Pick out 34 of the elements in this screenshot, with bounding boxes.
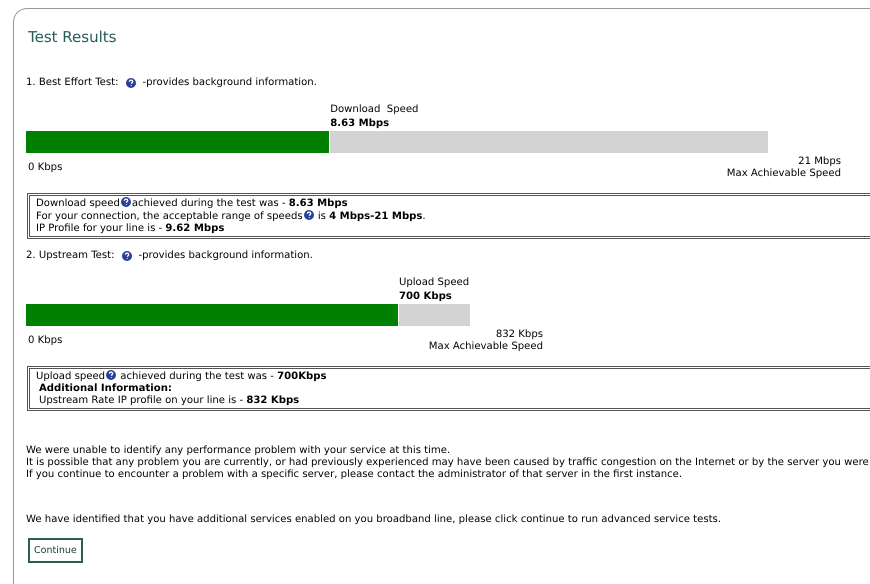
info-text: achieved during the test was - 8.63 Mbps [132, 198, 348, 209]
message-text: If you continue to encounter a problem with a specific server, please contact the administrator of that server in the first instance. [26, 469, 684, 481]
min-speed: 0 Kbps [28, 162, 62, 174]
info-text: Additional Information: [39, 383, 172, 394]
help-icon[interactable] [106, 370, 116, 380]
message-text: It is possible that any problem you are currently, or had previously experienced may have been caused by traffic congestion on the Internet or by the server you were [26, 457, 870, 469]
info-text: Upload speed [36, 371, 106, 382]
page-title: Test Results [28, 28, 118, 48]
help-icon[interactable] [126, 78, 136, 88]
speed-reading: 8.63 Mbps [330, 117, 390, 131]
notice-text: We have identified that you have additional services enabled on you broadband line, please click continue to run advanced service tests. [26, 514, 722, 525]
min-speed: 0 Kbps [28, 335, 62, 347]
info-text: is 4 Mbps-21 Mbps. [316, 211, 426, 222]
info-text: For your connection, the acceptable range of speeds [36, 211, 303, 222]
info-text: Upstream Rate IP profile on your line is - 832 Kbps [39, 395, 300, 406]
max-caption: Max Achievable Speed [726, 168, 841, 180]
help-icon[interactable] [122, 250, 132, 260]
message-text: We were unable to identify any performance problem with your service at this time. [26, 445, 452, 457]
max-speed: 832 Kbps [494, 329, 543, 341]
continue-button[interactable]: Continue [28, 538, 83, 563]
help-note: -provides background information. [142, 77, 317, 88]
speed-reading: 700 Kbps [398, 290, 453, 304]
meter-label: Download Speed [330, 103, 420, 117]
test-heading: 2. Upstream Test: [26, 250, 114, 261]
help-icon[interactable] [120, 197, 131, 207]
info-text: Download speed [36, 198, 120, 209]
meter-label: Upload Speed [398, 276, 470, 290]
test-heading: 1. Best Effort Test: [26, 77, 118, 88]
info-text: IP Profile for your line is - 9.62 Mbps [36, 223, 224, 234]
max-caption: Max Achievable Speed [428, 341, 543, 353]
max-speed: 21 Mbps [797, 156, 841, 168]
help-icon[interactable] [304, 210, 314, 220]
help-note: -provides background information. [138, 250, 313, 261]
info-text: achieved during the test was - 700Kbps [119, 371, 326, 382]
